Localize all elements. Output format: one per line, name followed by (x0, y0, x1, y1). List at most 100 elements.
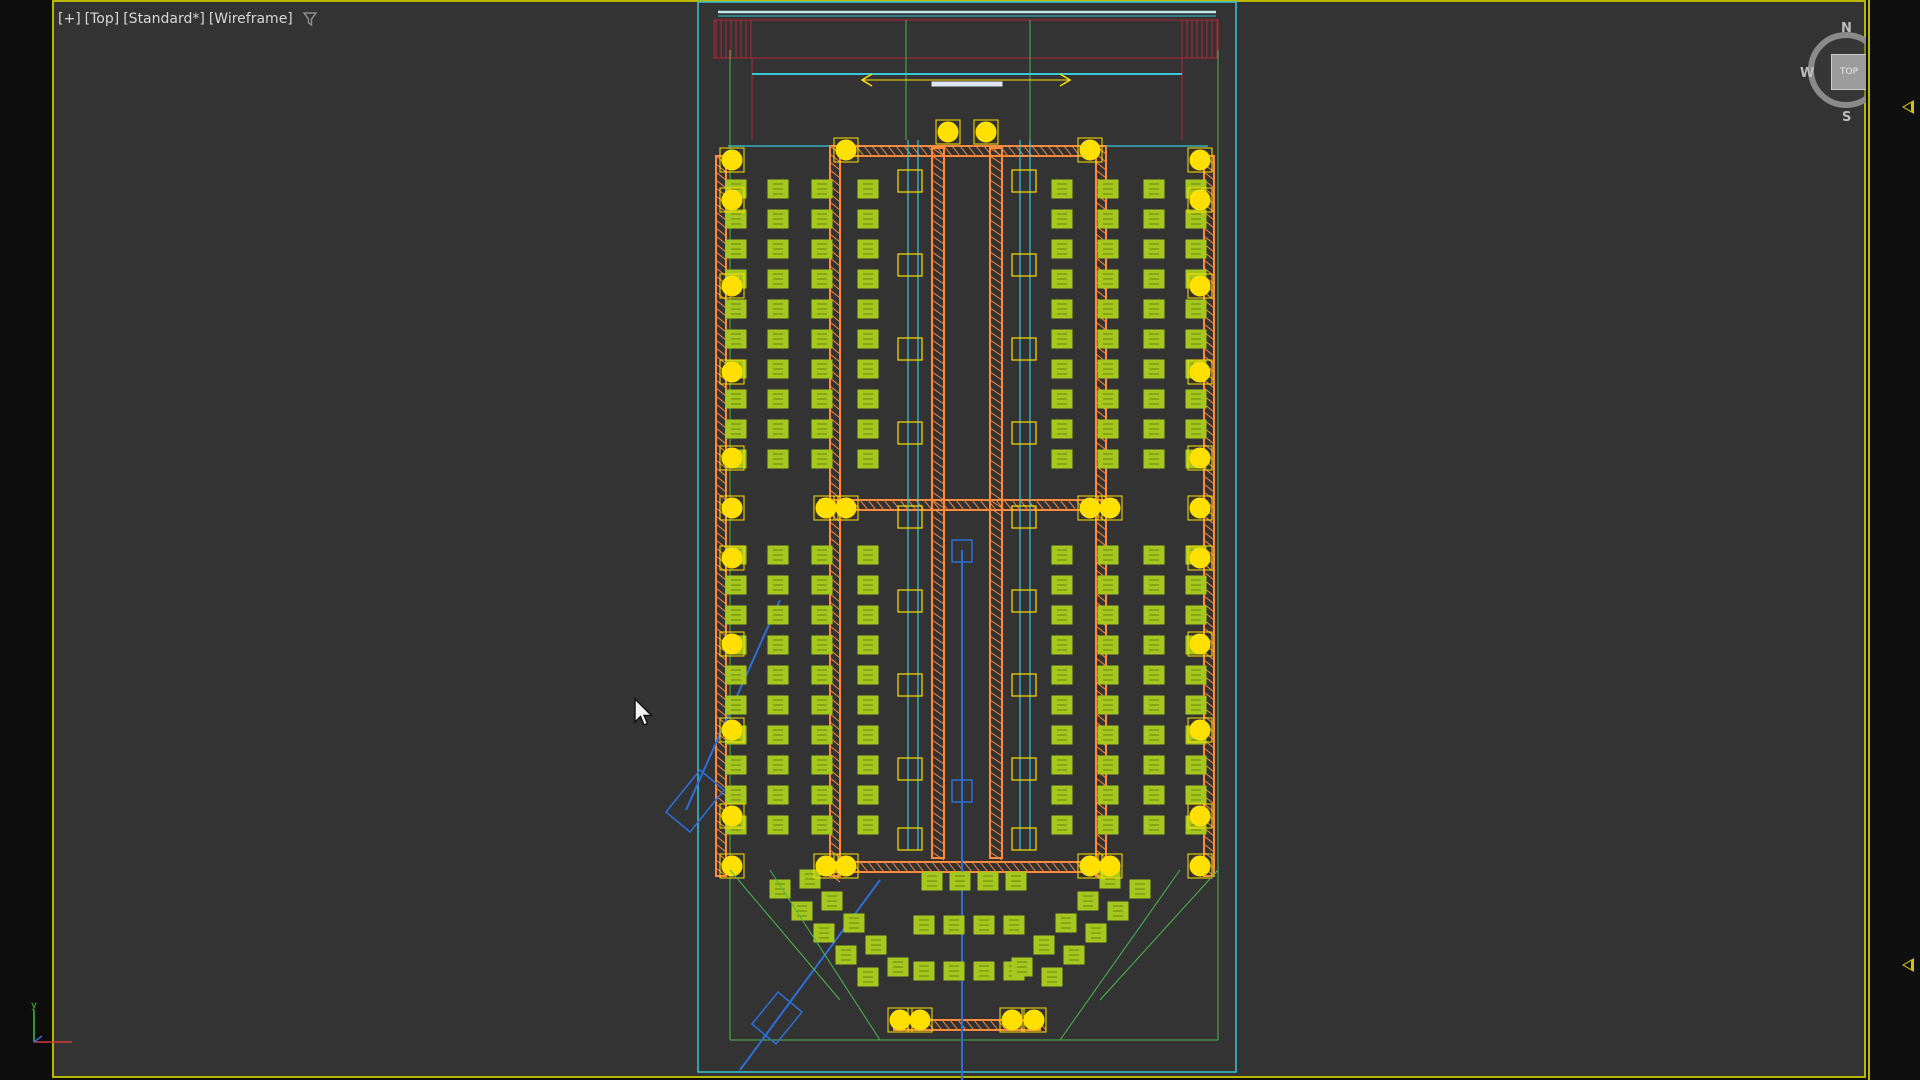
truss-center-left-web (931, 811, 945, 821)
light-fixture (721, 361, 743, 383)
rail-clamp (1011, 827, 1037, 851)
viewcube-top-face[interactable]: TOP (1831, 54, 1867, 90)
truss-center-right-web (989, 547, 1003, 557)
light-fixture (835, 497, 857, 519)
truss-left-outer-web (715, 603, 727, 613)
truss-right-inner-web (1095, 833, 1107, 843)
truss-left-inner-web (829, 161, 841, 171)
truss-top-beam-web (855, 145, 865, 157)
truss-top-beam-web (1063, 145, 1073, 157)
truss-left-outer-web (715, 667, 727, 677)
truss-center-right-web (989, 555, 1003, 565)
truss-center-right-web (989, 387, 1003, 397)
light-fixture (1099, 497, 1121, 519)
truss-center-left-web (931, 723, 945, 733)
truss-mid-beam-web (1051, 499, 1061, 511)
truss-bottom-beam-web (867, 861, 877, 873)
truss-center-right-web (989, 403, 1003, 413)
truss-center-left-web (931, 843, 945, 853)
truss-left-outer-web (715, 227, 727, 237)
light-fixture (721, 149, 743, 171)
truss-right-inner-web (1095, 377, 1107, 387)
truss-center-left-web (931, 227, 945, 237)
truss-center-left-web (931, 483, 945, 493)
time-slider-marker-icon[interactable] (1902, 100, 1914, 114)
truss-left-outer-web (715, 259, 727, 269)
truss-top-beam-web (951, 145, 961, 157)
viewport-display-mode-menu[interactable]: [Wireframe] (207, 11, 295, 27)
light-fixture (1189, 633, 1211, 655)
truss-center-right-web (989, 779, 1003, 789)
truss-center-right-web (989, 787, 1003, 797)
compass-west-label: W (1800, 66, 1815, 81)
truss-left-outer-web (715, 243, 727, 253)
truss-mid-beam-web (899, 499, 909, 511)
light-fixture (889, 1009, 911, 1031)
truss-center-left-web (931, 427, 945, 437)
truss-center-right-web (989, 771, 1003, 781)
truss-bottom-beam-web (891, 861, 901, 873)
truss-left-outer-web (715, 307, 727, 317)
truss-center-left-web (931, 355, 945, 365)
truss-mid-beam-web (1067, 499, 1077, 511)
truss-right-inner-web (1095, 657, 1107, 667)
truss-left-inner-web (829, 473, 841, 483)
truss-center-right-web (989, 819, 1003, 829)
viewport-point-of-view-menu[interactable]: [Top] (83, 11, 122, 27)
truss-center-left-web (931, 379, 945, 389)
truss-center-right-web (989, 299, 1003, 309)
truss-bottom-beam-web (1003, 861, 1013, 873)
truss-mid-beam-web (1035, 499, 1045, 511)
truss-center-left-web (931, 451, 945, 461)
truss-top-beam-web (911, 145, 921, 157)
truss-center-left-web (931, 771, 945, 781)
truss-front-beam-web (965, 1019, 975, 1031)
truss-center-right-web (989, 579, 1003, 589)
truss-center-left-web (931, 803, 945, 813)
truss-bottom-beam-web (963, 861, 973, 873)
truss-center-left-web (931, 755, 945, 765)
truss-top-beam-web (975, 145, 985, 157)
viewport-shading-preset-menu[interactable]: [Standard*] (121, 11, 207, 27)
truss-center-left-web (931, 539, 945, 549)
truss-center-right-web (989, 475, 1003, 485)
truss-top-beam-web (1031, 145, 1041, 157)
truss-left-outer-web (715, 707, 727, 717)
truss-left-outer-web (715, 467, 727, 477)
truss-center-left-web (931, 587, 945, 597)
truss-left-outer-web (715, 747, 727, 757)
truss-front-beam-web (973, 1019, 983, 1031)
truss-mid-beam-web (1011, 499, 1021, 511)
truss-mid-beam-web (867, 499, 877, 511)
stage-boundary (697, 1, 1237, 1073)
truss-left-outer-web (715, 331, 727, 341)
truss-center-left-web (931, 491, 945, 501)
truss-center-right-web (989, 675, 1003, 685)
truss-right-inner-web (1095, 713, 1107, 723)
truss-bottom-beam-web (987, 861, 997, 873)
viewport-general-menu[interactable]: [+] (56, 11, 83, 27)
truss-right-inner-web (1095, 441, 1107, 451)
truss-center-right-web (989, 323, 1003, 333)
truss-left-outer-web (715, 339, 727, 349)
truss-right-inner-web (1095, 745, 1107, 755)
truss-top-beam-web (1071, 145, 1081, 157)
truss-left-outer-web (715, 251, 727, 261)
light-fixture (1189, 855, 1211, 877)
truss-left-outer-web (715, 347, 727, 357)
truss-center-left-web (931, 515, 945, 525)
filter-icon[interactable] (302, 11, 317, 27)
truss-left-outer-web (715, 435, 727, 445)
light-fixture (909, 1009, 931, 1031)
time-slider-marker-icon[interactable] (1902, 958, 1914, 972)
truss-bottom-beam-web (1019, 861, 1029, 873)
truss-left-outer-web (715, 611, 727, 621)
truss-left-outer-web (715, 387, 727, 397)
truss-center-right-web (989, 171, 1003, 181)
truss-center-right-web (989, 163, 1003, 173)
truss-right-inner-web (1095, 777, 1107, 787)
truss-right-outer-web (1203, 843, 1215, 853)
truss-right-outer-web (1203, 347, 1215, 357)
rail-clamp (1011, 589, 1037, 613)
truss-right-inner-web (1095, 521, 1107, 531)
